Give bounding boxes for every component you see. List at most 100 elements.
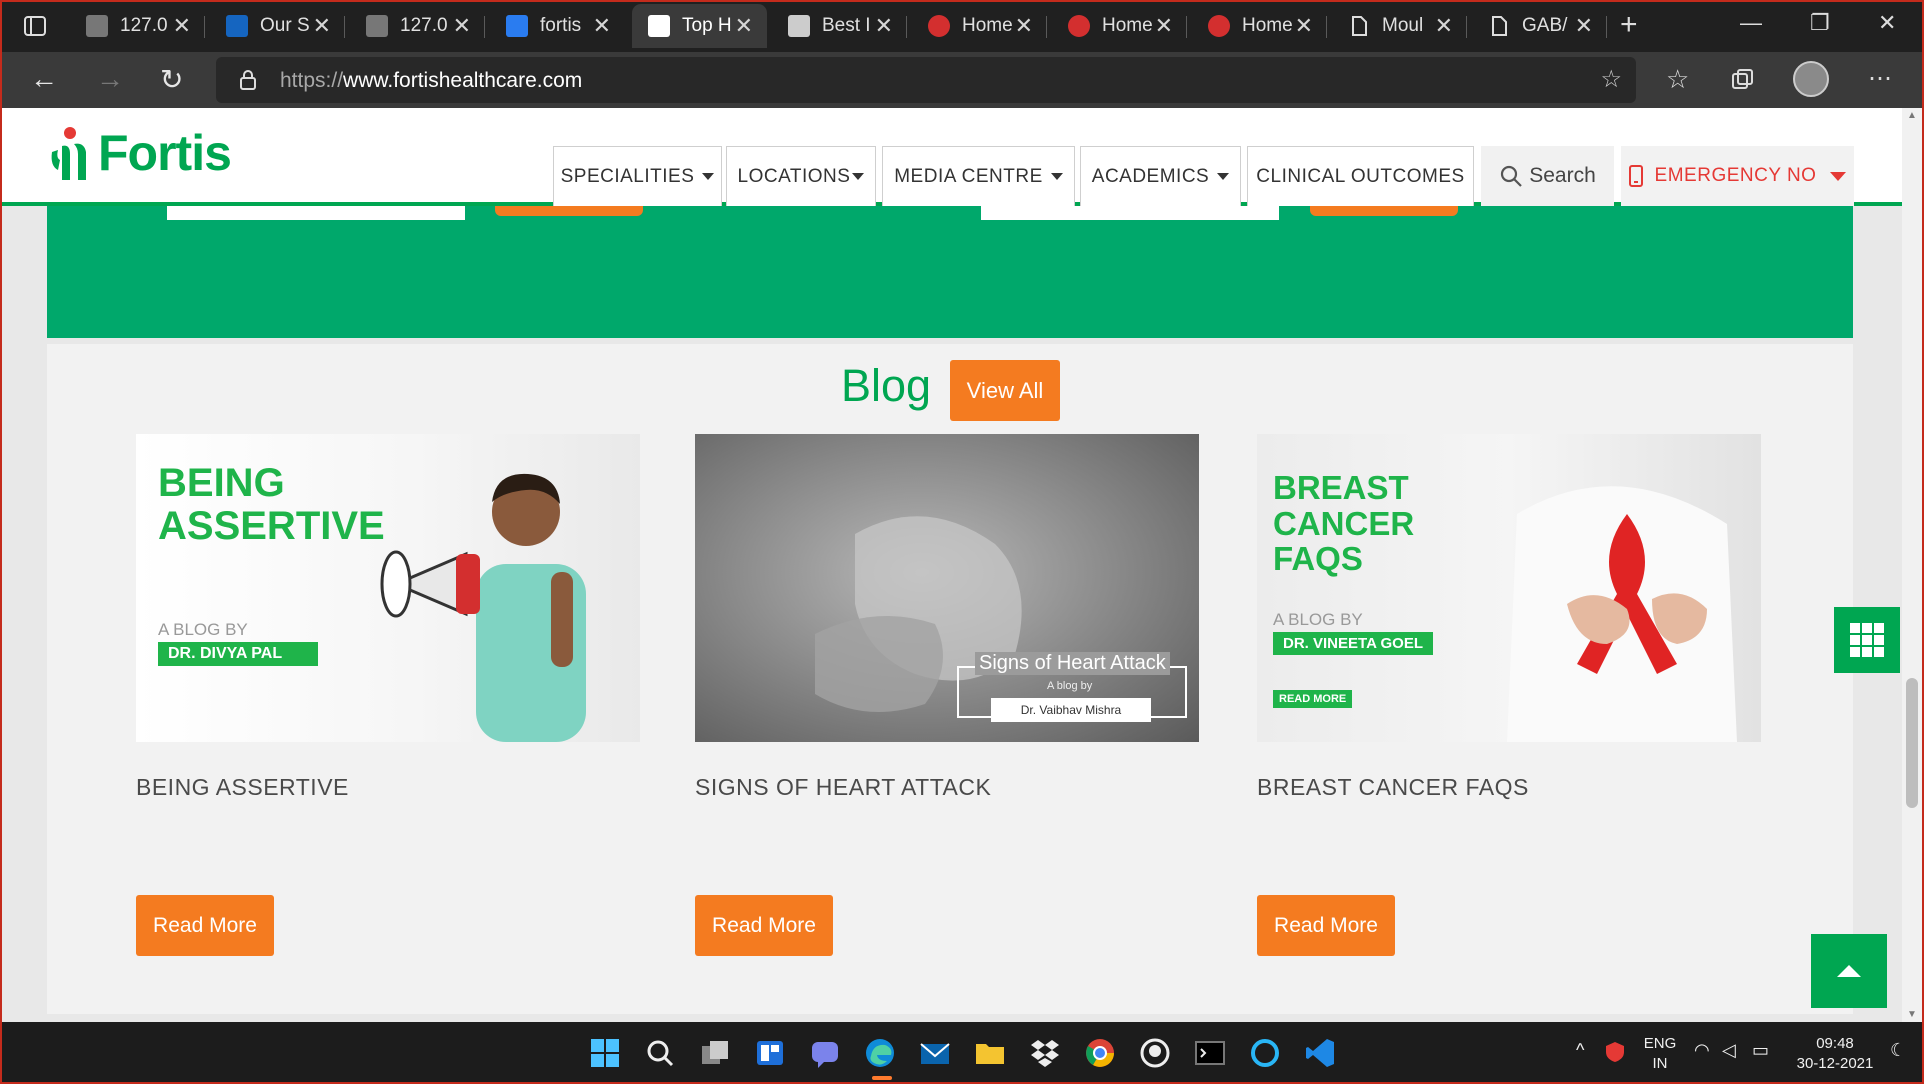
task-view-icon[interactable] xyxy=(698,1036,732,1070)
view-all-button[interactable]: View All xyxy=(950,360,1060,421)
close-tab-icon[interactable]: ✕ xyxy=(1155,13,1173,39)
github-desktop-icon[interactable] xyxy=(1138,1036,1172,1070)
forward-icon[interactable]: → xyxy=(96,63,124,95)
close-tab-icon[interactable]: ✕ xyxy=(1295,13,1313,39)
blog-card-image[interactable]: BREAST CANCER FAQS A BLOG BY DR. VINEETA G… xyxy=(1257,434,1761,742)
notification-icon[interactable]: ☾ xyxy=(1890,1040,1906,1061)
scroll-down-icon[interactable]: ▼ xyxy=(1907,1009,1917,1020)
browser-tab[interactable]: Best I ✕ xyxy=(772,4,907,48)
browser-tab[interactable]: Home ✕ xyxy=(1192,4,1327,48)
restore-icon[interactable]: ❐ xyxy=(1810,10,1830,36)
battery-icon[interactable]: ▭ xyxy=(1752,1040,1769,1061)
close-tab-icon[interactable]: ✕ xyxy=(593,13,611,39)
read-more-button[interactable]: Read More xyxy=(136,895,274,956)
volume-icon[interactable]: ◁ xyxy=(1722,1040,1736,1061)
fortis-logo[interactable]: Fortis xyxy=(48,124,232,182)
tab-title: GAB/ xyxy=(1522,15,1568,36)
close-window-icon[interactable]: ✕ xyxy=(1878,10,1896,36)
browser-tab[interactable]: Home ✕ xyxy=(1052,4,1187,48)
widgets-icon[interactable] xyxy=(753,1036,787,1070)
blog-card-title[interactable]: BEING ASSERTIVE xyxy=(136,774,349,801)
close-tab-icon[interactable]: ✕ xyxy=(313,13,331,39)
blog-section: Blog View All BEING ASSERTIVE A BLOG BY D… xyxy=(47,344,1853,1014)
read-more-button[interactable]: Read More xyxy=(695,895,833,956)
edge-icon[interactable] xyxy=(863,1036,897,1070)
vscode-icon[interactable] xyxy=(1303,1036,1337,1070)
chrome-icon[interactable] xyxy=(1083,1036,1117,1070)
fortis-favicon-icon xyxy=(648,15,670,37)
file-explorer-icon[interactable] xyxy=(973,1036,1007,1070)
blog-card-image[interactable]: Signs of Heart Attack A blog by Dr. Vaib… xyxy=(695,434,1199,742)
close-tab-icon[interactable]: ✕ xyxy=(173,13,191,39)
language-indicator[interactable]: ENG IN xyxy=(1640,1034,1680,1074)
browser-tab-active[interactable]: Top H ✕ xyxy=(632,4,767,48)
paras-favicon-icon xyxy=(788,15,810,37)
security-shield-icon[interactable] xyxy=(1604,1040,1626,1064)
band-input-field[interactable] xyxy=(167,206,465,220)
new-tab-icon[interactable]: + xyxy=(1620,8,1638,42)
add-favorite-icon[interactable]: ☆ xyxy=(1600,65,1622,94)
dropbox-icon[interactable] xyxy=(1028,1036,1062,1070)
cortana-icon[interactable] xyxy=(1248,1036,1282,1070)
close-tab-icon[interactable]: ✕ xyxy=(453,13,471,39)
browser-tab[interactable]: 127.0 ✕ xyxy=(350,4,485,48)
close-tab-icon[interactable]: ✕ xyxy=(1435,13,1453,39)
collections-icon[interactable] xyxy=(1730,67,1756,93)
wifi-icon[interactable]: ◠ xyxy=(1694,1040,1710,1061)
site-search-button[interactable]: Search xyxy=(1481,146,1614,206)
clock[interactable]: 09:48 30-12-2021 xyxy=(1790,1034,1880,1074)
back-icon[interactable]: ← xyxy=(30,63,58,95)
browser-tab[interactable]: Home ✕ xyxy=(912,4,1047,48)
close-tab-icon[interactable]: ✕ xyxy=(1015,13,1033,39)
menu-clinical-outcomes[interactable]: CLINICAL OUTCOMES xyxy=(1247,146,1474,206)
minimize-icon[interactable]: — xyxy=(1740,10,1762,36)
teams-chat-icon[interactable] xyxy=(808,1036,842,1070)
refresh-icon[interactable]: ↻ xyxy=(160,63,183,96)
read-more-button[interactable]: Read More xyxy=(1257,895,1395,956)
more-options-icon[interactable]: ⋯ xyxy=(1868,64,1892,93)
scroll-thumb[interactable] xyxy=(1906,678,1918,808)
image-headline: BEING ASSERTIVE xyxy=(158,461,385,549)
blog-card-title[interactable]: SIGNS OF HEART ATTACK xyxy=(695,774,991,801)
browser-tab[interactable]: GAB/ ✕ xyxy=(1472,4,1607,48)
caret-down-icon xyxy=(1830,171,1847,181)
mail-icon[interactable] xyxy=(918,1036,952,1070)
lock-icon[interactable] xyxy=(238,69,258,91)
page-scrollbar[interactable]: ▲ ▼ xyxy=(1902,108,1922,1022)
tab-title: Home xyxy=(1102,15,1153,36)
browser-tab[interactable]: fortis ✕ xyxy=(490,4,625,48)
close-tab-icon[interactable]: ✕ xyxy=(1575,13,1593,39)
scroll-up-icon[interactable]: ▲ xyxy=(1907,110,1917,121)
terminal-icon[interactable] xyxy=(1193,1036,1227,1070)
phone-icon xyxy=(1628,165,1643,187)
blog-card-title[interactable]: BREAST CANCER FAQS xyxy=(1257,774,1529,801)
close-tab-icon[interactable]: ✕ xyxy=(875,13,893,39)
tab-actions-icon[interactable] xyxy=(22,13,48,39)
menu-label: CLINICAL OUTCOMES xyxy=(1256,165,1465,187)
region-code: IN xyxy=(1652,1055,1668,1072)
address-bar[interactable]: https://www.fortishealthcare.com ☆ xyxy=(216,57,1636,103)
favorites-icon[interactable]: ☆ xyxy=(1666,64,1689,95)
grid-icon xyxy=(1850,623,1884,657)
menu-specialities[interactable]: SPECIALITIES xyxy=(553,146,722,206)
browser-tab[interactable]: 127.0 ✕ xyxy=(70,4,205,48)
image-favicon-icon xyxy=(366,15,388,37)
profile-avatar[interactable] xyxy=(1793,61,1829,97)
start-icon[interactable] xyxy=(588,1036,622,1070)
back-to-top-button[interactable] xyxy=(1811,934,1887,1008)
band-orange-button[interactable] xyxy=(1310,206,1458,216)
blog-card-image[interactable]: BEING ASSERTIVE A BLOG BY DR. DIVYA PAL xyxy=(136,434,640,742)
emergency-dropdown[interactable]: EMERGENCY NO xyxy=(1621,146,1854,206)
band-orange-button[interactable] xyxy=(495,206,643,216)
menu-locations[interactable]: LOCATIONS xyxy=(726,146,876,206)
taskbar-search-icon[interactable] xyxy=(643,1036,677,1070)
show-hidden-icons[interactable]: ^ xyxy=(1576,1040,1584,1061)
band-input-field[interactable] xyxy=(981,206,1279,220)
close-tab-icon[interactable]: ✕ xyxy=(735,13,753,39)
browser-tab[interactable]: Moul ✕ xyxy=(1332,4,1467,48)
image-byline: A blog by xyxy=(1047,680,1093,692)
browser-tab[interactable]: Our S ✕ xyxy=(210,4,345,48)
menu-academics[interactable]: ACADEMICS xyxy=(1080,146,1241,206)
quick-links-grid-button[interactable] xyxy=(1834,607,1900,673)
menu-media-centre[interactable]: MEDIA CENTRE xyxy=(882,146,1075,206)
